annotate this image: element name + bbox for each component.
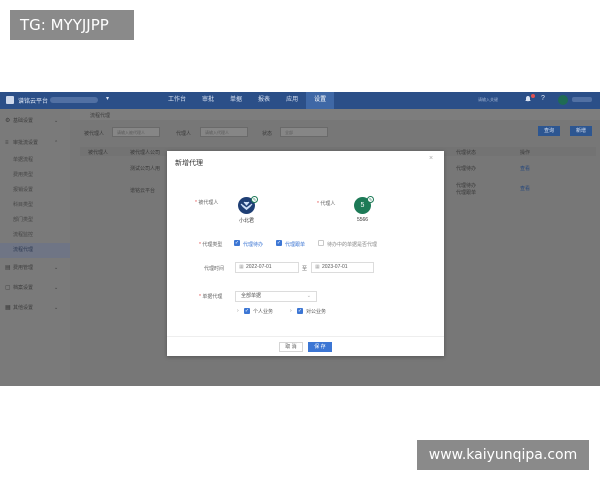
list-icon: ≡ bbox=[5, 140, 9, 146]
chevron-down-icon: ⌄ bbox=[54, 305, 59, 311]
edit-icon[interactable]: ✎ bbox=[367, 196, 374, 203]
app-logo-icon bbox=[6, 96, 14, 104]
proxy-name: 5566 bbox=[356, 217, 369, 223]
dialog-footer-divider bbox=[167, 336, 444, 337]
sidebar-group-basic[interactable]: ⚙ 基础设置 ⌄ bbox=[0, 114, 70, 128]
gear-icon: ⚙ bbox=[5, 118, 11, 124]
nav-workbench[interactable]: 工作台 bbox=[160, 92, 194, 109]
type-pending-label: 待办中的单据是否代理 bbox=[327, 242, 378, 248]
chevron-down-icon: ⌄ bbox=[54, 265, 59, 271]
top-nav: 工作台 审批 单据 报表 应用 设置 bbox=[160, 92, 335, 109]
table-cell: 测试公司人用 bbox=[130, 166, 161, 172]
sidebar-group-approval[interactable]: ≡ 审批流设置 ⌃ bbox=[0, 136, 70, 150]
sidebar: ⚙ 基础设置 ⌄ ≡ 审批流设置 ⌃ 单据流程 费用类型 报销设置 科目类型 部… bbox=[0, 109, 70, 386]
chevron-down-icon: ⌄ bbox=[306, 293, 311, 299]
notification-badge bbox=[531, 94, 535, 98]
proxy-label: * 代理人 bbox=[317, 201, 336, 207]
doc-select[interactable]: 全部单据 ⌄ bbox=[235, 291, 317, 302]
breadcrumb: 流程代理 bbox=[70, 109, 600, 120]
sidebar-item-expense-type[interactable]: 费用类型 bbox=[0, 168, 70, 183]
nav-settings[interactable]: 设置 bbox=[306, 92, 335, 109]
table-header-cell: 被代理人公司 bbox=[130, 150, 161, 156]
sidebar-item-dept-type[interactable]: 部门类型 bbox=[0, 213, 70, 228]
chevron-down-icon: ⌄ bbox=[54, 118, 59, 124]
filter-status-select[interactable]: 全部 bbox=[280, 127, 328, 137]
agent-label: * 被代理人 bbox=[195, 200, 219, 206]
table-cell-status: 代理待办 bbox=[456, 166, 477, 172]
dialog-title: 新增代理 bbox=[175, 160, 203, 167]
user-avatar[interactable] bbox=[558, 95, 568, 105]
filter-agent-label: 被代理人 bbox=[84, 131, 105, 137]
calendar-icon: ▦ bbox=[239, 264, 244, 270]
help-icon[interactable]: ? bbox=[539, 95, 547, 103]
type-follow-checkbox[interactable]: ✓ bbox=[276, 240, 282, 246]
nav-reports[interactable]: 报表 bbox=[250, 92, 278, 109]
grid-icon: ▦ bbox=[5, 305, 11, 311]
table-cell-status: 代理待办 代理跟单 bbox=[456, 183, 477, 196]
nav-approval[interactable]: 审批 bbox=[194, 92, 222, 109]
close-icon[interactable]: × bbox=[429, 155, 433, 162]
watermark-top: TG: MYYJJPP bbox=[10, 10, 134, 40]
save-button[interactable]: 保 存 bbox=[308, 342, 332, 352]
filter-status-label: 状态 bbox=[262, 131, 273, 137]
type-label: * 代理类型 bbox=[199, 242, 223, 248]
top-bar: 谱铭云平台 ▾ 工作台 审批 单据 报表 应用 设置 请输入关键 ? bbox=[0, 92, 600, 109]
add-proxy-dialog: 新增代理 × * 被代理人 ✎ 小北君 * 代理人 5 ✎ 5566 * 代理类… bbox=[167, 151, 444, 356]
brand-name: 谱铭云平台 bbox=[18, 99, 49, 105]
table-header-cell: 代理状态 bbox=[456, 150, 477, 156]
table-header-cell: 被代理人 bbox=[88, 150, 109, 156]
sidebar-item-flow-monitor[interactable]: 流程监控 bbox=[0, 228, 70, 243]
view-link[interactable]: 查看 bbox=[520, 185, 530, 192]
sidebar-item-doc-flow[interactable]: 单据流程 bbox=[0, 153, 70, 168]
cancel-button[interactable]: 取 消 bbox=[279, 342, 303, 352]
sidebar-item-flow-proxy[interactable]: 流程代理 bbox=[0, 243, 70, 258]
expand-arrow-icon[interactable]: › bbox=[237, 308, 239, 314]
type-todo-label: 代理待办 bbox=[243, 242, 264, 248]
filter-agent-input[interactable]: 请输入被代理人 bbox=[112, 127, 160, 137]
chevron-up-icon: ⌃ bbox=[54, 140, 59, 146]
agent-name: 小北君 bbox=[238, 218, 254, 224]
edit-icon[interactable]: ✎ bbox=[251, 196, 258, 203]
doc-personal-checkbox[interactable]: ✓ bbox=[244, 308, 250, 314]
filter-proxy-label: 代理人 bbox=[176, 131, 192, 137]
document-icon: ▤ bbox=[5, 265, 11, 271]
doc-personal-label: 个人业务 bbox=[253, 309, 274, 315]
folder-icon: ▢ bbox=[5, 285, 11, 291]
type-todo-checkbox[interactable]: ✓ bbox=[234, 240, 240, 246]
chevron-down-icon[interactable]: ▾ bbox=[106, 95, 109, 102]
chevron-down-icon: ⌄ bbox=[54, 285, 59, 291]
top-search-input[interactable]: 请输入关键 bbox=[478, 96, 510, 104]
start-date-input[interactable]: ▦ 2022-07-01 bbox=[235, 262, 299, 273]
table-cell: 谱铭云平台 bbox=[130, 188, 156, 194]
table-header-cell: 操作 bbox=[520, 150, 531, 156]
query-button[interactable]: 查询 bbox=[538, 126, 560, 136]
doc-corporate-label: 对公业务 bbox=[306, 309, 327, 315]
sidebar-group-expense[interactable]: ▤ 费用管理 ⌄ bbox=[0, 261, 70, 275]
type-pending-checkbox[interactable] bbox=[318, 240, 324, 246]
time-label: 代理时间 bbox=[204, 266, 225, 272]
type-follow-label: 代理跟单 bbox=[285, 242, 306, 248]
user-name-pill[interactable] bbox=[572, 97, 592, 102]
doc-corporate-checkbox[interactable]: ✓ bbox=[297, 308, 303, 314]
view-link[interactable]: 查看 bbox=[520, 165, 530, 172]
nav-apps[interactable]: 应用 bbox=[278, 92, 306, 109]
sidebar-group-archive[interactable]: ▢ 档案设置 ⌄ bbox=[0, 281, 70, 295]
sidebar-item-subject-type[interactable]: 科目类型 bbox=[0, 198, 70, 213]
add-button[interactable]: 新增 bbox=[570, 126, 592, 136]
calendar-icon: ▦ bbox=[315, 264, 320, 270]
end-date-input[interactable]: ▦ 2023-07-01 bbox=[311, 262, 374, 273]
sidebar-group-other[interactable]: ▦ 其他设置 ⌄ bbox=[0, 301, 70, 315]
date-separator: 至 bbox=[302, 266, 308, 272]
company-name-pill bbox=[50, 97, 98, 103]
doc-label: * 单据代理 bbox=[199, 294, 223, 300]
filter-proxy-input[interactable]: 请输入代理人 bbox=[200, 127, 248, 137]
watermark-bottom: www.kaiyunqipa.com bbox=[417, 440, 589, 470]
sidebar-item-reimburse[interactable]: 报销设置 bbox=[0, 183, 70, 198]
expand-arrow-icon[interactable]: › bbox=[290, 308, 292, 314]
nav-documents[interactable]: 单据 bbox=[222, 92, 250, 109]
